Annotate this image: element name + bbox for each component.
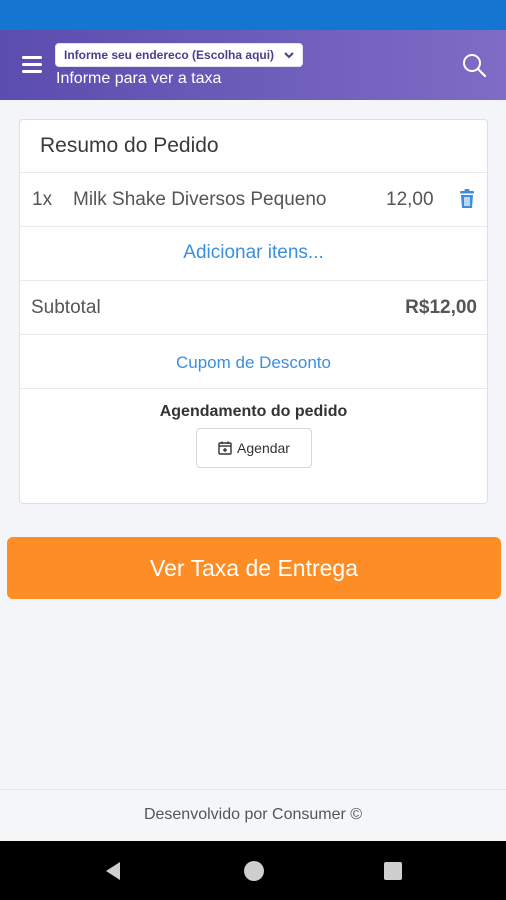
recent-apps-icon[interactable]	[384, 862, 402, 880]
schedule-button-label: Agendar	[237, 440, 290, 456]
app-header: Informe seu endereco (Escolha aqui) Info…	[0, 30, 506, 100]
back-icon[interactable]	[104, 861, 122, 881]
divider	[20, 280, 487, 281]
item-price: 12,00	[386, 189, 434, 210]
subtotal-label: Subtotal	[31, 297, 101, 318]
header-subtitle: Informe para ver a taxa	[56, 70, 222, 87]
item-quantity: 1x	[32, 189, 53, 210]
divider	[20, 388, 487, 389]
order-summary-title: Resumo do Pedido	[40, 134, 219, 157]
divider	[20, 172, 487, 173]
item-name: Milk Shake Diversos Pequeno	[73, 189, 327, 210]
system-nav-bar	[0, 841, 506, 900]
subtotal-value: R$12,00	[405, 297, 477, 318]
divider	[20, 226, 487, 227]
calendar-icon	[218, 441, 232, 455]
order-summary-card: Resumo do Pedido 1x Milk Shake Diversos …	[19, 119, 488, 504]
address-select[interactable]: Informe seu endereco (Escolha aqui)	[55, 43, 303, 67]
divider	[20, 334, 487, 335]
search-icon[interactable]	[461, 52, 487, 78]
add-items-link[interactable]: Adicionar itens...	[20, 242, 487, 264]
discount-coupon-link[interactable]: Cupom de Desconto	[20, 353, 487, 373]
hamburger-icon[interactable]	[22, 56, 42, 73]
trash-icon[interactable]	[458, 189, 476, 209]
schedule-button[interactable]: Agendar	[196, 428, 312, 468]
schedule-label: Agendamento do pedido	[159, 403, 348, 420]
address-select-label: Informe seu endereco (Escolha aqui)	[64, 48, 275, 62]
home-icon[interactable]	[244, 861, 264, 881]
status-bar	[0, 0, 506, 30]
view-delivery-fee-button[interactable]: Ver Taxa de Entrega	[7, 537, 501, 599]
footer-credit: Desenvolvido por Consumer ©	[0, 789, 506, 841]
chevron-down-icon	[284, 52, 294, 59]
